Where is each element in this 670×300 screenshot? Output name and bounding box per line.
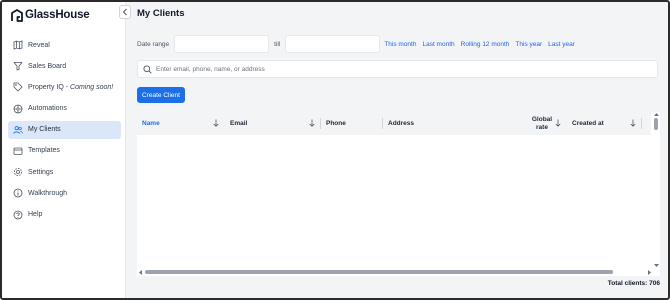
sidebar-item-label: My Clients [28, 126, 61, 134]
gear-icon [13, 167, 23, 177]
sidebar-item-help[interactable]: Help [8, 206, 121, 224]
column-label: Global rate [531, 115, 553, 131]
search-input[interactable] [156, 65, 636, 73]
map-icon [13, 40, 23, 50]
sidebar: GlassHouse Reveal Sales Board Property I… [2, 2, 126, 298]
coming-soon-note: Coming soon! [70, 83, 114, 91]
users-icon [13, 125, 23, 135]
tag-icon [13, 82, 23, 92]
templates-icon [13, 146, 23, 156]
sort-arrow-icon[interactable] [213, 119, 219, 127]
vertical-scrollbar[interactable] [653, 112, 660, 270]
quick-range-last-year[interactable]: Last year [548, 41, 575, 48]
column-header-created-at[interactable]: Created at [567, 112, 642, 135]
sidebar-item-label: Templates [28, 147, 60, 155]
sidebar-item-label: Reveal [28, 41, 50, 49]
sidebar-item-label: Settings [28, 168, 54, 176]
sidebar-item-property-iq[interactable]: Property IQ - Coming soon! [8, 78, 121, 96]
column-header-phone[interactable]: Phone [321, 112, 383, 135]
quick-range-last-month[interactable]: Last month [422, 41, 454, 48]
app-window: GlassHouse Reveal Sales Board Property I… [0, 0, 670, 300]
quick-range-links: This month Last month Rolling 12 month T… [384, 41, 575, 48]
sidebar-item-my-clients[interactable]: My Clients [8, 120, 121, 139]
brand-name: GlassHouse [25, 9, 90, 21]
sidebar-nav: Reveal Sales Board Property IQ - Coming … [8, 36, 121, 227]
search-field[interactable] [137, 60, 658, 78]
quick-range-rolling-12-month[interactable]: Rolling 12 month [461, 41, 510, 48]
automation-icon [13, 104, 23, 114]
column-label: Email [230, 120, 248, 127]
date-to-input[interactable] [285, 35, 381, 53]
sort-arrow-icon[interactable] [555, 119, 561, 127]
horizontal-scrollbar-thumb[interactable] [145, 270, 613, 274]
scroll-down-arrow-icon[interactable] [653, 263, 660, 268]
vertical-scrollbar-thumb[interactable] [654, 118, 658, 130]
sidebar-item-label: Help [28, 211, 43, 218]
date-from-input[interactable] [174, 35, 270, 53]
create-client-button[interactable]: Create Client [137, 87, 185, 103]
main-content: My Clients Date range till This month La… [128, 2, 668, 298]
sidebar-item-templates[interactable]: Templates [8, 142, 121, 160]
sidebar-item-automations[interactable]: Automations [8, 100, 121, 118]
column-header-name[interactable]: Name [137, 112, 225, 135]
till-label: till [274, 40, 281, 48]
column-header-global-rate[interactable]: Global rate [517, 112, 567, 135]
clients-table: Name Email Phone Address Global rate Cre… [137, 112, 660, 276]
quick-range-this-year[interactable]: This year [515, 41, 542, 48]
collapse-sidebar-button[interactable] [119, 5, 131, 19]
scroll-right-arrow-icon[interactable] [647, 269, 652, 276]
total-clients-count: Total clients: 706 [607, 280, 660, 287]
column-label: Created at [572, 120, 604, 127]
search-icon [143, 64, 152, 74]
column-label: Name [142, 120, 160, 127]
sidebar-item-reveal[interactable]: Reveal [8, 36, 121, 54]
help-icon [13, 210, 23, 220]
sort-arrow-icon[interactable] [309, 119, 315, 127]
column-divider[interactable] [641, 118, 642, 129]
filter-icon [13, 61, 23, 71]
scroll-up-arrow-icon[interactable] [653, 112, 660, 117]
column-header-address[interactable]: Address [383, 112, 517, 135]
info-icon [13, 188, 23, 198]
sidebar-item-sales-board[interactable]: Sales Board [8, 57, 121, 75]
column-label: Phone [326, 120, 346, 127]
glasshouse-logo-icon [11, 8, 23, 22]
brand-logo[interactable]: GlassHouse [11, 7, 90, 23]
date-range-label: Date range [137, 40, 170, 48]
column-label: Address [388, 120, 415, 127]
horizontal-scrollbar[interactable] [137, 269, 653, 276]
sort-arrow-icon[interactable] [630, 119, 636, 127]
sidebar-item-settings[interactable]: Settings [8, 163, 121, 181]
page-title: My Clients [137, 8, 185, 19]
column-header-email[interactable]: Email [225, 112, 321, 135]
sidebar-item-label: Sales Board [28, 62, 67, 70]
sidebar-item-walkthrough[interactable]: Walkthrough [8, 184, 121, 202]
sidebar-item-label: Walkthrough [28, 189, 68, 197]
sidebar-item-label: Property IQ - Coming soon! [28, 83, 114, 91]
table-header: Name Email Phone Address Global rate Cre… [137, 112, 651, 135]
date-range-filter: Date range till This month Last month Ro… [137, 35, 575, 53]
sidebar-item-label: Automations [28, 105, 67, 113]
chevron-left-icon [122, 8, 127, 16]
quick-range-this-month[interactable]: This month [384, 41, 416, 48]
scroll-left-arrow-icon[interactable] [138, 269, 143, 276]
